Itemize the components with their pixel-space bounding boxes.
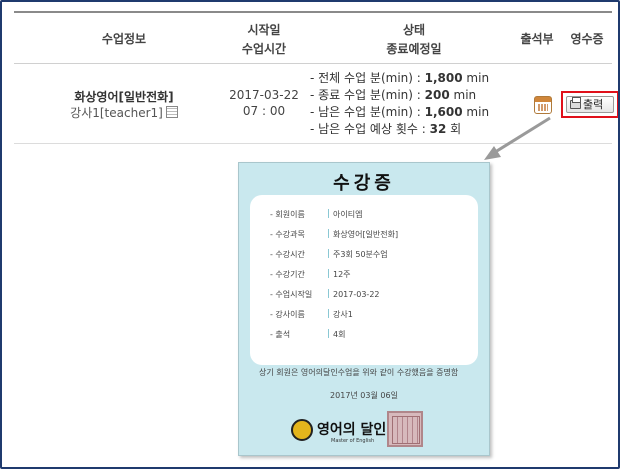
teacher-name: 강사1[teacher1] — [70, 106, 163, 120]
stat-remaining-value: 1,600 — [424, 105, 463, 119]
field-value: 12주 — [333, 270, 351, 279]
field-start-date: - 수업시작일 2017-03-22 — [270, 289, 380, 300]
field-value: 강사1 — [333, 310, 353, 319]
logo-subtitle: Master of English — [331, 438, 375, 444]
stat-remaining-label: - 남은 수업 분(min) : — [310, 105, 425, 119]
arrow-head — [484, 146, 501, 160]
start-date: 2017-03-22 — [229, 88, 299, 102]
header-attendance: 출석부 — [520, 32, 554, 46]
course-name: 화상영어[일반전화] — [74, 90, 174, 104]
table-header: 수업정보 시작일 수업시간 상태 종료예정일 출석부 영수증 — [14, 11, 612, 64]
stat-total-value: 1,800 — [424, 71, 463, 85]
field-label: - 회원이름 — [270, 210, 305, 219]
field-label: - 수강과목 — [270, 230, 305, 239]
header-start-line2: 수업시간 — [241, 42, 287, 56]
header-receipt: 영수증 — [570, 32, 604, 46]
arrow-line — [491, 116, 551, 156]
field-value: 아이티엡 — [333, 210, 363, 219]
logo-text: 영어의 달인 — [317, 422, 387, 438]
logo-emblem-icon — [291, 419, 313, 441]
stat-total-label: - 전체 수업 분(min) : — [310, 71, 425, 85]
field-label: - 수업시작일 — [270, 290, 313, 299]
field-value: 2017-03-22 — [333, 290, 380, 299]
printer-icon — [570, 97, 581, 109]
stat-completed-value: 200 — [424, 88, 450, 102]
certificate-date: 2017년 03월 06일 — [330, 391, 398, 400]
calendar-icon[interactable] — [165, 106, 178, 118]
stat-count-unit: 회 — [446, 122, 462, 136]
teacher-cell: 강사1[teacher1] — [54, 104, 194, 121]
stat-completed-unit: min — [449, 88, 477, 102]
field-class-time: - 수강시간 주3회 50분수업 — [270, 249, 388, 260]
field-teacher: - 강사이름 강사1 — [270, 309, 353, 320]
seal-stamp-icon — [387, 411, 423, 447]
field-label: - 수강시간 — [270, 250, 305, 259]
field-value: 주3회 50분수업 — [333, 250, 388, 259]
header-start-line1: 시작일 — [247, 23, 281, 37]
class-time: 07 : 00 — [242, 104, 286, 118]
header-status-line2: 종료예정일 — [386, 42, 442, 56]
certificate-note: 상기 회원은 영어의달인수업을 위와 같이 수강했음을 증명함 — [259, 368, 459, 377]
print-button[interactable]: 출력 — [566, 96, 614, 113]
field-value: 화상영어[일반전화] — [333, 230, 399, 239]
certificate-preview: 수강증 - 회원이름 아이티엡 - 수강과목 화상영어[일반전화] - 수강시간 주3… — [238, 162, 490, 456]
certificate-card: - 회원이름 아이티엡 - 수강과목 화상영어[일반전화] - 수강시간 주3회 50… — [250, 195, 478, 365]
print-label: 출력 — [583, 98, 604, 111]
header-status: 상태 종료예정일 — [344, 21, 484, 59]
brand-logo: 영어의 달인 Master of English — [291, 417, 391, 445]
field-attendance: - 출석 4회 — [270, 329, 345, 340]
receipt-window: 수업정보 시작일 수업시간 상태 종료예정일 출석부 영수증 화상영어[일반전화… — [0, 0, 620, 469]
field-course: - 수강과목 화상영어[일반전화] — [270, 229, 398, 240]
field-label: - 수강기간 — [270, 270, 305, 279]
field-label: - 출석 — [270, 330, 291, 339]
stat-completed: - 종료 수업 분(min) : 200 min — [310, 87, 510, 104]
stat-count-value: 32 — [429, 122, 447, 136]
header-status-line1: 상태 — [402, 23, 426, 37]
field-label: - 강사이름 — [270, 310, 305, 319]
header-start-date: 시작일 수업시간 — [209, 21, 319, 59]
certificate-title: 수강증 — [333, 173, 395, 194]
stat-total: - 전체 수업 분(min) : 1,800 min — [310, 70, 510, 87]
field-period: - 수강기간 12주 — [270, 269, 351, 280]
stat-completed-label: - 종료 수업 분(min) : — [310, 88, 425, 102]
stat-total-unit: min — [462, 71, 490, 85]
stat-count-label: - 남은 수업 예상 횟수 : — [310, 122, 430, 136]
header-course-info: 수업정보 — [101, 32, 147, 46]
field-member-name: - 회원이름 아이티엡 — [270, 209, 362, 220]
field-value: 4회 — [333, 330, 346, 339]
